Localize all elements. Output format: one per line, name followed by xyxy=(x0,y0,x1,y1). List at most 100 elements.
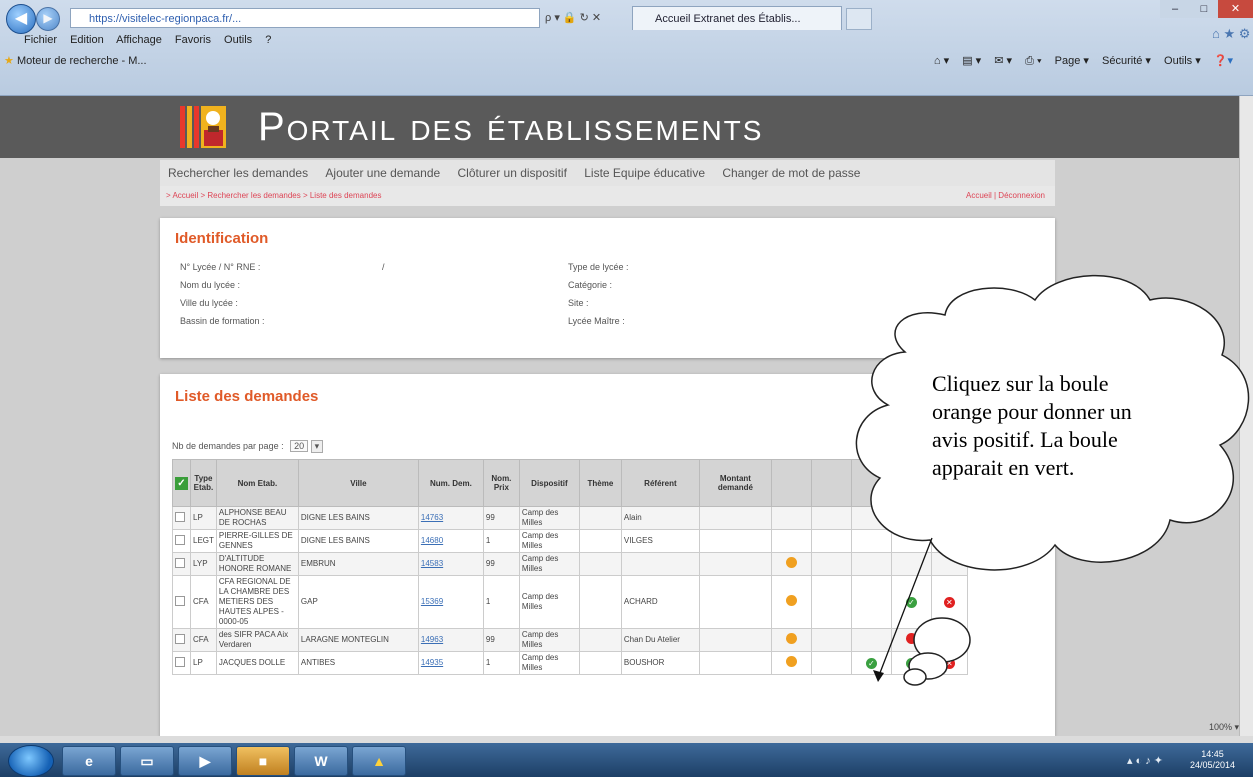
identification-title: Identification xyxy=(175,230,269,247)
cell-montant xyxy=(698,628,772,652)
select-all-checkbox[interactable]: ✓ xyxy=(175,476,188,490)
row-select-cell xyxy=(172,506,191,530)
request-number-link[interactable]: 14935 xyxy=(421,658,443,667)
request-number-link[interactable]: 15369 xyxy=(421,597,443,606)
cell-avis-5 xyxy=(930,552,968,576)
col-dispositif[interactable]: Dispositif xyxy=(518,459,580,507)
row-checkbox[interactable] xyxy=(175,511,185,522)
cell-theme xyxy=(578,575,622,629)
red-ball-icon[interactable]: ✕ xyxy=(943,634,955,646)
system-tray-icons[interactable]: ▴ ◐ ♪ ✦ xyxy=(1127,754,1163,767)
back-button[interactable]: ◀ xyxy=(6,4,36,34)
col-montant[interactable]: Montant demandé xyxy=(698,459,772,507)
nav-rechercher[interactable]: Rechercher les demandes xyxy=(168,166,308,180)
menu-affichage[interactable]: Affichage xyxy=(116,34,162,46)
col-avis-3 xyxy=(850,459,892,507)
logout-links[interactable]: Accueil | Déconnexion xyxy=(966,186,1045,206)
green-ball-icon[interactable]: ✓ xyxy=(905,657,917,669)
maximize-button[interactable]: □ xyxy=(1190,0,1218,18)
security-menu[interactable]: Sécurité ▾ xyxy=(1102,55,1151,67)
address-bar[interactable]: https://visitelec-regionpaca.fr/... xyxy=(70,8,540,28)
nav-mot-de-passe[interactable]: Changer de mot de passe xyxy=(722,166,860,180)
menu-outils[interactable]: Outils xyxy=(224,34,252,46)
cell-avis-5: ✕ xyxy=(930,575,968,629)
col-prix[interactable]: Nom. Prix xyxy=(482,459,520,507)
cell-avis-4: ✓ xyxy=(890,651,932,675)
word-taskbar-icon[interactable]: W xyxy=(294,746,348,776)
favorite-link[interactable]: Moteur de recherche - M... xyxy=(17,55,147,67)
orange-ball-icon[interactable] xyxy=(785,656,797,667)
cell-prix: 99 xyxy=(482,552,520,576)
close-button[interactable]: ✕ xyxy=(1218,0,1253,18)
menu-favoris[interactable]: Favoris xyxy=(175,34,211,46)
nav-equipe[interactable]: Liste Equipe éducative xyxy=(584,166,705,180)
red-ball-icon[interactable]: ✕ xyxy=(943,596,955,608)
cell-avis-1 xyxy=(770,651,812,675)
vertical-scrollbar[interactable] xyxy=(1239,96,1253,736)
clock-date: 24/05/2014 xyxy=(1189,760,1235,770)
print-icon[interactable]: ⎙ ▾ xyxy=(1025,55,1041,67)
col-ville[interactable]: Ville xyxy=(297,459,419,507)
col-theme[interactable]: Thème xyxy=(578,459,622,507)
request-number-link[interactable]: 14583 xyxy=(421,559,443,568)
forward-button[interactable]: ▶ xyxy=(36,7,60,31)
cell-ville: DIGNE LES BAINS xyxy=(297,506,419,530)
breadcrumb[interactable]: > Accueil > Rechercher les demandes > Li… xyxy=(166,186,381,206)
table-row: CFA des SIFR PACA Aix Verdaren LARAGNE MON… xyxy=(172,628,968,652)
cell-avis-4 xyxy=(890,628,932,652)
zoom-level[interactable]: 100% ▾ xyxy=(1209,722,1239,733)
row-checkbox[interactable] xyxy=(175,595,185,606)
red-ball-icon[interactable] xyxy=(905,633,917,644)
per-page-select[interactable]: 20 xyxy=(290,440,309,452)
per-page-chevron-icon[interactable]: ▾ xyxy=(310,440,324,453)
request-number-link[interactable]: 14763 xyxy=(421,513,443,522)
col-type[interactable]: Type Etab. xyxy=(190,459,217,507)
browser-tab[interactable]: Accueil Extranet des Établis... xyxy=(632,6,842,30)
row-checkbox[interactable] xyxy=(175,633,185,644)
col-nom[interactable]: Nom Etab. xyxy=(215,459,299,507)
system-clock[interactable]: 14:45 24/05/2014 xyxy=(1190,749,1235,771)
media-taskbar-icon[interactable]: ▶ xyxy=(178,746,232,776)
new-tab-button[interactable] xyxy=(846,8,872,30)
ie-taskbar-icon[interactable]: e xyxy=(62,746,116,776)
mail-icon[interactable]: ✉ ▾ xyxy=(994,55,1012,67)
address-tools[interactable]: ρ ▾ 🔒 ↻ ✕ xyxy=(545,8,625,28)
help-icon[interactable]: ❓▾ xyxy=(1214,55,1233,67)
row-select-cell xyxy=(172,529,191,553)
explorer-taskbar-icon[interactable]: ▭ xyxy=(120,746,174,776)
orange-ball-icon[interactable] xyxy=(785,633,797,644)
cell-referent: VILGES xyxy=(620,529,700,553)
orange-ball-icon[interactable] xyxy=(785,557,797,568)
home-icon[interactable]: ⌂ ★ ⚙ xyxy=(1212,26,1250,42)
request-number-link[interactable]: 14963 xyxy=(421,635,443,644)
home-cmd-icon[interactable]: ⌂ ▾ xyxy=(934,55,949,67)
page-menu[interactable]: Page ▾ xyxy=(1055,55,1089,67)
start-button[interactable] xyxy=(8,745,54,777)
green-ball-icon[interactable]: ✓ xyxy=(865,657,877,669)
row-checkbox[interactable] xyxy=(175,534,185,545)
nav-cloturer[interactable]: Clôturer un dispositif xyxy=(458,166,567,180)
cell-avis-3 xyxy=(850,628,892,652)
request-number-link[interactable]: 14680 xyxy=(421,536,443,545)
menu-edition[interactable]: Edition xyxy=(70,34,104,46)
tools-menu[interactable]: Outils ▾ xyxy=(1164,55,1201,67)
col-num[interactable]: Num. Dem. xyxy=(417,459,484,507)
row-checkbox[interactable] xyxy=(175,557,185,568)
row-checkbox[interactable] xyxy=(175,656,185,667)
red-ball-icon[interactable]: ✕ xyxy=(943,657,955,669)
rne-separator: / xyxy=(382,262,385,272)
minimize-button[interactable]: – xyxy=(1160,0,1190,18)
orange-ball-icon[interactable] xyxy=(785,595,797,606)
cell-num: 14680 xyxy=(417,529,484,553)
warning-taskbar-icon[interactable]: ▲ xyxy=(352,746,406,776)
table-row: LP JACQUES DOLLE ANTIBES 14935 1 Camp des Mil… xyxy=(172,651,968,675)
cell-prix: 1 xyxy=(482,529,520,553)
menu-help[interactable]: ? xyxy=(265,34,271,46)
col-referent[interactable]: Référent xyxy=(620,459,700,507)
green-ball-icon[interactable]: ✓ xyxy=(905,596,917,608)
feeds-icon[interactable]: ▤ ▾ xyxy=(962,55,981,67)
paint-taskbar-icon[interactable]: ■ xyxy=(236,746,290,776)
menu-fichier[interactable]: Fichier xyxy=(24,34,57,46)
nav-ajouter[interactable]: Ajouter une demande xyxy=(325,166,440,180)
favorites-star-icon[interactable]: ★ xyxy=(4,55,14,67)
